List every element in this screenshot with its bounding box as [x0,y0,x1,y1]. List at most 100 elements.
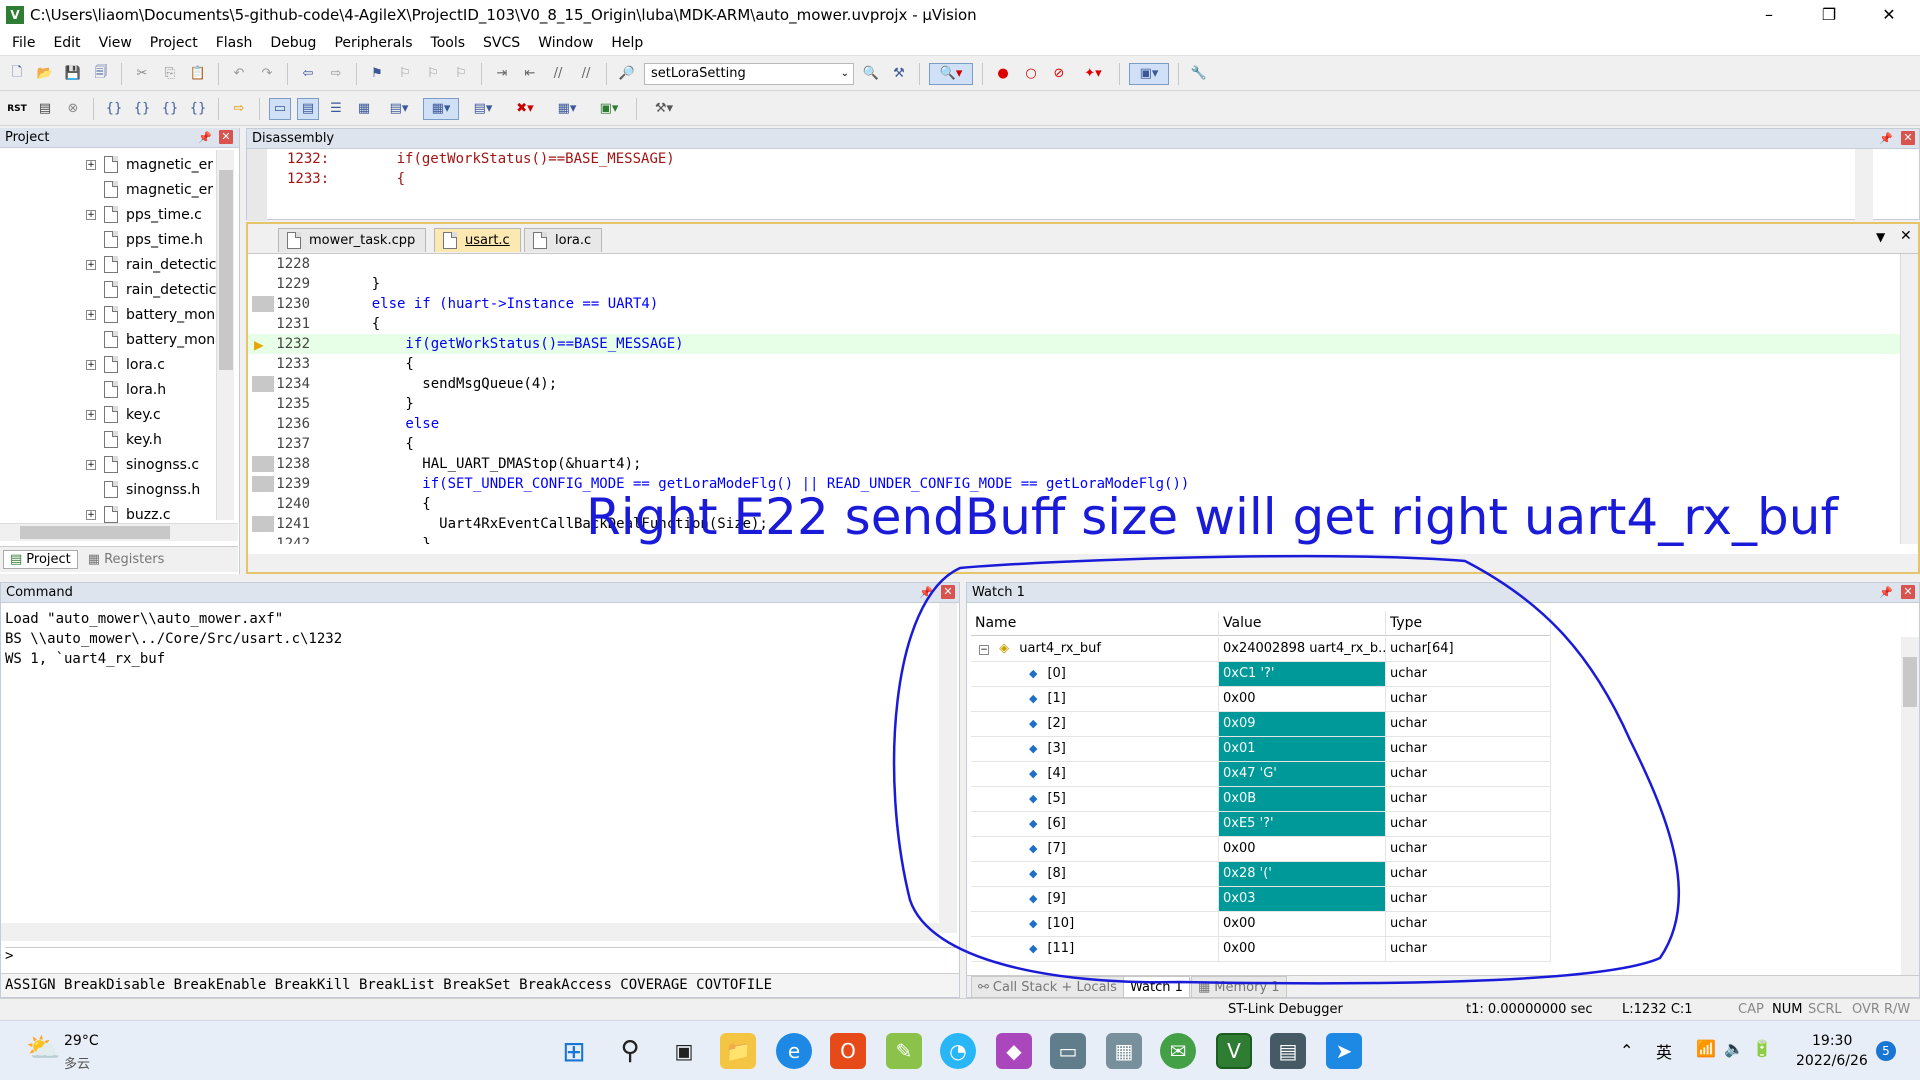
close-tab-icon[interactable]: ✕ [1900,228,1912,244]
expand-icon[interactable]: + [86,360,96,370]
close-panel-icon[interactable]: ✕ [1901,131,1915,145]
project-file-item[interactable]: magnetic_er [104,152,213,177]
expand-icon[interactable]: + [86,260,96,270]
menu-help[interactable]: Help [603,35,653,51]
notepad-plus-icon[interactable]: ✎ [886,1033,922,1069]
wechat-icon[interactable]: ✉ [1160,1033,1196,1069]
menu-file[interactable]: File [4,35,45,51]
disassembly-scrollbar[interactable] [1855,149,1873,221]
weather-icon[interactable]: ⛅ [26,1031,61,1064]
code-line[interactable]: 1231 { [248,314,1900,334]
indent-icon[interactable]: ⇥ [491,63,513,85]
column-header-value[interactable]: Value [1219,611,1386,636]
project-file-item[interactable]: magnetic_er [104,177,213,202]
notification-badge[interactable]: 5 [1876,1041,1896,1061]
kill-all-breakpoints-icon[interactable]: ✦▾ [1076,63,1110,85]
watch-value[interactable]: 0x00 [1219,912,1386,937]
menu-flash[interactable]: Flash [208,35,263,51]
executable-line-marker[interactable] [252,296,274,312]
watch-element-row[interactable]: ◆ [1] 0x00 uchar [971,687,1571,712]
find-combo[interactable]: setLoraSetting ⌄ [644,62,854,85]
registers-window-icon[interactable]: ▦ [353,98,375,120]
pin-icon[interactable]: 📌 [1879,586,1893,599]
watch-element-row[interactable]: ◆ [6] 0xE5 '?' uchar [971,812,1571,837]
disable-all-breakpoints-icon[interactable]: ⊘ [1048,63,1070,85]
step-out-icon[interactable]: {} [159,98,181,120]
executable-line-marker[interactable] [252,376,274,392]
battery-icon[interactable]: 🔋 [1752,1039,1772,1058]
menu-edit[interactable]: Edit [45,35,90,51]
device-manager-icon[interactable]: ▤ [1270,1033,1306,1069]
clock-time[interactable]: 19:30 [1812,1033,1852,1049]
symbols-window-icon[interactable]: ☰ [325,98,347,120]
serial-window-icon[interactable]: ✖▾ [507,98,543,120]
bookmark-icon[interactable]: ⚑ [366,63,388,85]
project-file-item[interactable]: rain_detectic [104,252,216,277]
incremental-find-icon[interactable]: ⚒ [888,63,910,85]
project-file-item[interactable]: pps_time.c [104,202,202,227]
menu-debug[interactable]: Debug [262,35,326,51]
file-explorer-icon[interactable]: 📁 [720,1033,756,1069]
save-all-icon[interactable]: 🗐 [90,63,112,85]
wifi-icon[interactable]: 📶 [1696,1039,1716,1058]
undo-icon[interactable]: ↶ [228,63,250,85]
maximize-button[interactable]: ❐ [1800,0,1858,30]
project-file-item[interactable]: sinognss.c [104,452,199,477]
new-file-icon[interactable]: 🗋 [6,63,28,85]
configure-icon[interactable]: 🔧 [1188,63,1210,85]
copy-icon[interactable]: ⎘ [159,63,181,85]
show-next-statement-icon[interactable]: ⇨ [228,98,250,120]
toolbox-icon[interactable]: ⚒▾ [646,98,682,120]
expand-icon[interactable]: + [86,210,96,220]
find-icon[interactable]: 🔍 [860,63,882,85]
tab-registers[interactable]: ▦ Registers [82,550,171,569]
weather-temp[interactable]: 29°C [64,1033,99,1049]
code-line[interactable]: ▶ 1232 if(getWorkStatus()==BASE_MESSAGE) [248,334,1900,354]
editor-horizontal-scrollbar[interactable] [248,554,1918,572]
git-icon[interactable]: ◆ [996,1033,1032,1069]
expand-icon[interactable]: + [86,310,96,320]
watch-value[interactable]: 0x03 [1219,887,1386,912]
messenger-icon[interactable]: ➤ [1326,1033,1362,1069]
reset-icon[interactable]: RST [6,98,28,120]
tab-list-dropdown-icon[interactable]: ▼ [1876,230,1885,244]
office-icon[interactable]: O [830,1033,866,1069]
project-file-item[interactable]: rain_detectic [104,277,216,302]
watch-element-row[interactable]: ◆ [9] 0x03 uchar [971,887,1571,912]
enable-breakpoint-icon[interactable]: ○ [1020,63,1042,85]
edge-browser-icon[interactable]: e [776,1033,812,1069]
bookmark-next-icon[interactable]: ⚐ [422,63,444,85]
collapse-icon[interactable]: − [979,645,989,655]
menu-svcs[interactable]: SVCS [475,35,530,51]
show-hidden-icons-icon[interactable]: ⌃ [1620,1041,1633,1060]
find-in-files-icon[interactable]: 🔎 [616,63,638,85]
menu-window[interactable]: Window [530,35,603,51]
project-file-item[interactable]: sinognss.h [104,477,200,502]
watch-element-row[interactable]: ◆ [10] 0x00 uchar [971,912,1571,937]
nav-forward-icon[interactable]: ⇨ [325,63,347,85]
watch-value[interactable]: 0x28 '(' [1219,862,1386,887]
code-line[interactable]: 1234 sendMsgQueue(4); [248,374,1900,394]
ime-indicator[interactable]: 英 [1656,1039,1672,1063]
project-file-item[interactable]: key.h [104,427,162,452]
unindent-icon[interactable]: ⇤ [519,63,541,85]
expand-icon[interactable]: + [86,510,96,520]
pin-icon[interactable]: 📌 [1879,132,1893,145]
watch-window-icon[interactable]: ▦▾ [423,97,459,120]
code-line[interactable]: 1237 { [248,434,1900,454]
call-stack-icon[interactable]: ▤▾ [381,98,417,120]
watch-element-row[interactable]: ◆ [2] 0x09 uchar [971,712,1571,737]
tab-watch-1[interactable]: Watch 1 [1123,976,1190,998]
menu-view[interactable]: View [91,35,142,51]
redo-icon[interactable]: ↷ [256,63,278,85]
nav-back-icon[interactable]: ⇦ [297,63,319,85]
tree-horizontal-scrollbar[interactable] [0,523,238,541]
weather-desc[interactable]: 多云 [64,1053,90,1072]
project-file-item[interactable]: battery_mon [104,327,215,352]
run-icon[interactable]: ▤ [34,98,56,120]
run-to-cursor-icon[interactable]: {} [187,98,209,120]
volume-icon[interactable]: 🔈 [1724,1039,1744,1058]
task-view-icon[interactable]: ▣ [666,1033,702,1069]
command-window-icon[interactable]: ▭ [269,97,291,120]
command-scrollbar[interactable] [939,603,957,933]
